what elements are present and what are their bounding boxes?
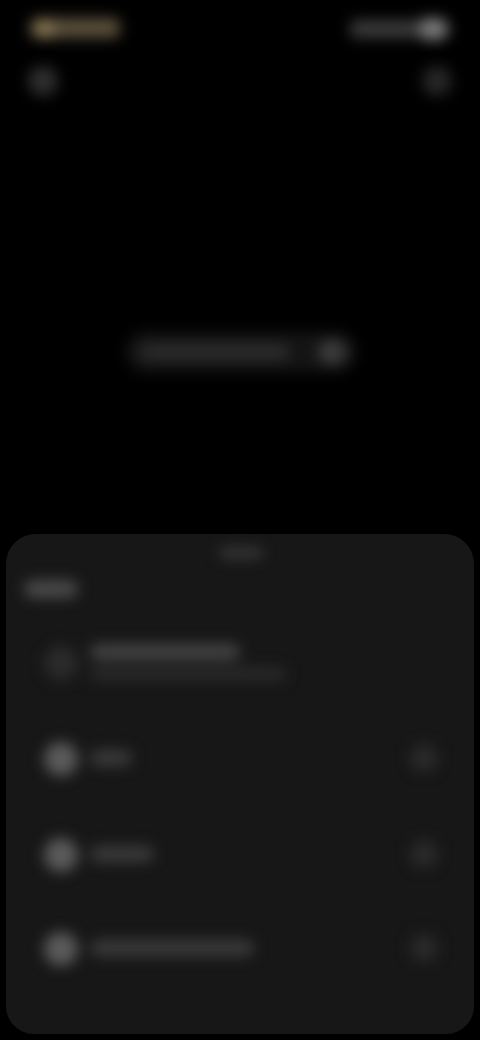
row-label (90, 750, 132, 766)
row-label-text (90, 846, 91, 847)
sheet-header-text (24, 580, 25, 581)
chevron-icon (410, 934, 438, 962)
sheet-row[interactable] (26, 634, 456, 694)
item-icon (44, 742, 78, 776)
row-label (90, 940, 254, 956)
row-sublabel-text (90, 668, 91, 669)
row-label-text (90, 750, 91, 751)
sheet-row[interactable] (26, 826, 456, 886)
chevron-icon (410, 744, 438, 772)
item-icon (44, 932, 78, 966)
chevron-icon (410, 840, 438, 868)
row-label-text (90, 644, 91, 645)
item-icon (44, 646, 78, 680)
row-label (90, 644, 240, 660)
center-pill[interactable] (126, 332, 356, 372)
center-pill-text (140, 344, 141, 345)
sheet-handle[interactable] (219, 548, 263, 558)
menu-icon[interactable] (422, 66, 452, 96)
row-label-text (90, 940, 91, 941)
back-icon[interactable] (28, 66, 58, 96)
item-icon (44, 838, 78, 872)
status-bar (0, 0, 480, 60)
sheet-header (24, 580, 78, 598)
bottom-sheet (6, 534, 474, 1034)
row-sublabel (90, 668, 286, 680)
status-icons (350, 18, 450, 40)
sheet-row[interactable] (26, 920, 456, 980)
center-pill-label (140, 344, 290, 360)
row-label (90, 846, 154, 862)
status-time-label (30, 18, 31, 19)
chevron-icon (318, 340, 346, 364)
sheet-row[interactable] (26, 730, 456, 790)
status-time (30, 18, 120, 38)
